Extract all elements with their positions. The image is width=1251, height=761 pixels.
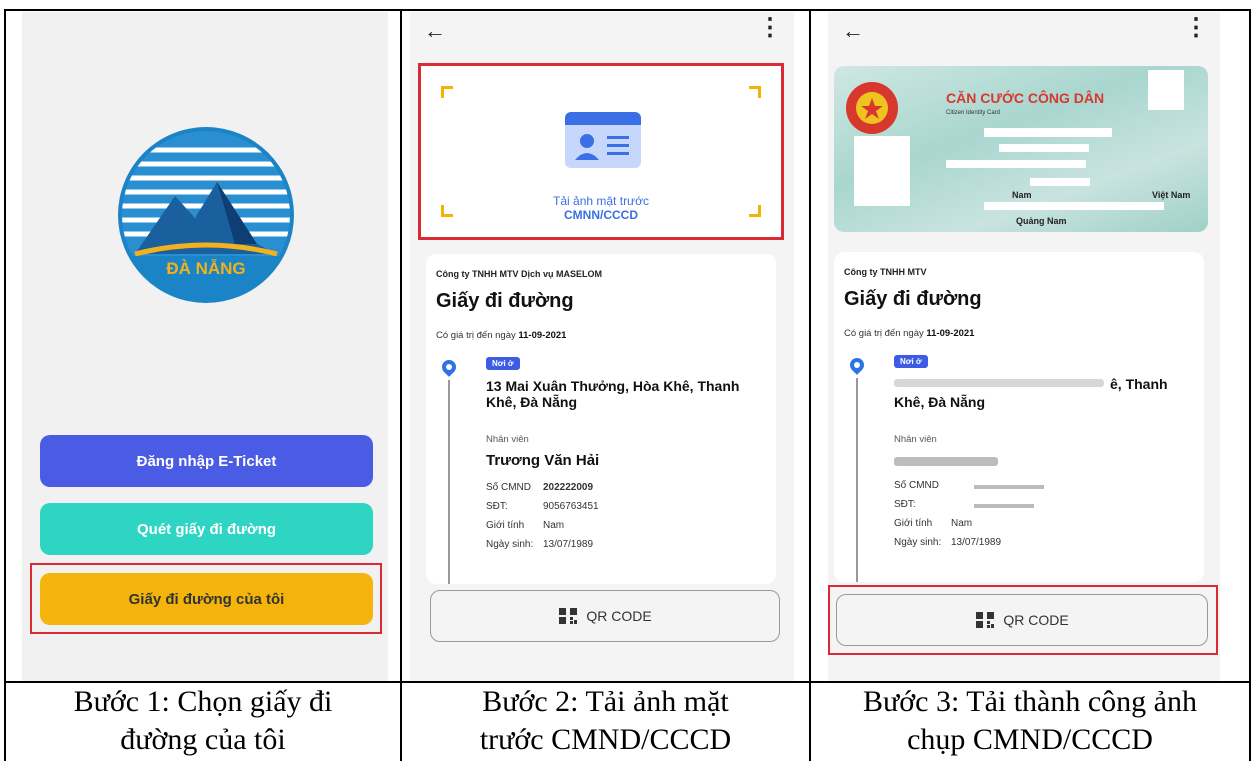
caption-line: chụp CMND/CCCD — [907, 723, 1153, 756]
timeline-line — [448, 380, 450, 584]
step3-caption: Bước 3: Tải thành công ảnh chụp CMND/CCC… — [811, 683, 1249, 761]
field-row: SĐT: 9056763451 — [486, 501, 599, 512]
redacted-field — [984, 202, 1164, 210]
id-card-icon — [565, 112, 641, 168]
redacted-field — [999, 144, 1089, 152]
table-border — [809, 10, 811, 761]
step3-screenshot: ← ⋮ CĂN CƯỚC CÔNG DÂN Citizen Identity C… — [828, 12, 1220, 681]
uploaded-id-card-photo: CĂN CƯỚC CÔNG DÂN Citizen Identity Card … — [834, 66, 1208, 232]
address: 13 Mai Xuân Thưởng, Hòa Khê, Thanh Khê, … — [486, 378, 740, 410]
back-arrow-icon[interactable]: ← — [424, 18, 446, 44]
back-arrow-icon[interactable]: ← — [842, 18, 864, 44]
address-partial: ê, Thanh — [1110, 376, 1168, 392]
travel-permit-card: Công ty TNHH MTV Giấy đi đường Có giá tr… — [834, 252, 1204, 582]
step1-caption: Bước 1: Chọn giấy đi đường của tôi — [6, 683, 400, 761]
da-nang-logo: ĐÀ NẴNG — [118, 127, 294, 303]
id-place: Quảng Nam — [1016, 216, 1067, 226]
step1-screenshot: ĐÀ NẴNG Đăng nhập E-Ticket Quét giấy đi … — [22, 12, 388, 681]
caption-line: Bước 3: Tải thành công ảnh — [863, 685, 1197, 718]
table-border — [400, 10, 402, 761]
step2-caption: Bước 2: Tải ảnh mặt trước CMND/CCCD — [402, 683, 809, 761]
company-name: Công ty TNHH MTV — [844, 267, 927, 277]
location-pin-icon — [847, 355, 867, 375]
emblem-icon — [846, 82, 898, 134]
field-row: Giới tính Nam — [486, 520, 565, 531]
travel-permit-card: Công ty TNHH MTV Dịch vụ MASELOM Giấy đi… — [426, 254, 776, 584]
timeline-line — [856, 378, 858, 582]
app-bar: ← ⋮ — [410, 12, 794, 52]
blurred-text — [894, 457, 998, 466]
permit-title: Giấy đi đường — [844, 288, 982, 310]
upload-id-front-area[interactable]: Tải ảnh mặt trước CMNN/CCCD — [418, 63, 784, 240]
caption-line: trước CMND/CCCD — [479, 723, 732, 756]
scan-travel-permit-button[interactable]: Quét giấy đi đường — [40, 503, 373, 555]
valid-until: Có giá trị đến ngày 11-09-2021 — [844, 328, 975, 339]
employee-name: Trương Văn Hải — [486, 452, 600, 469]
highlight-box — [828, 585, 1218, 655]
redacted-field — [1030, 178, 1090, 186]
field-row: Số CMND 202222009 — [486, 482, 594, 493]
caption-line: đường của tôi — [120, 723, 286, 756]
residence-tag: Nơi ở — [486, 357, 520, 370]
redacted-qr — [1148, 70, 1184, 110]
permit-title: Giấy đi đường — [436, 290, 574, 312]
blurred-text — [974, 504, 1034, 508]
svg-text:ĐÀ NẴNG: ĐÀ NẴNG — [166, 259, 245, 278]
highlight-box — [30, 563, 382, 634]
field-row: Ngày sinh: 13/07/1989 — [894, 537, 1002, 548]
field-row: SĐT: — [894, 499, 916, 510]
id-sex: Nam — [1012, 190, 1032, 200]
redacted-field — [946, 160, 1086, 168]
employee-label: Nhân viên — [894, 434, 937, 445]
company-name: Công ty TNHH MTV Dịch vụ MASELOM — [436, 269, 602, 279]
app-bar: ← ⋮ — [828, 12, 1220, 52]
corner-mark — [749, 86, 761, 98]
location-pin-icon — [439, 357, 459, 377]
field-row: Giới tính Nam — [894, 518, 973, 529]
field-row: Số CMND — [894, 480, 940, 491]
address-partial: Khê, Đà Nẵng — [894, 394, 986, 410]
table-border — [4, 9, 1251, 11]
id-nationality: Việt Nam — [1152, 190, 1191, 200]
more-options-icon[interactable]: ⋮ — [1184, 16, 1208, 40]
qr-code-icon — [559, 608, 578, 624]
field-row: Ngày sinh: 13/07/1989 — [486, 539, 594, 550]
qr-code-button[interactable]: QR CODE — [430, 590, 780, 642]
more-options-icon[interactable]: ⋮ — [758, 16, 782, 40]
employee-label: Nhân viên — [486, 434, 529, 445]
valid-until: Có giá trị đến ngày 11-09-2021 — [436, 330, 567, 341]
steps-document: ĐÀ NẴNG Đăng nhập E-Ticket Quét giấy đi … — [0, 0, 1251, 761]
caption-line: Bước 2: Tải ảnh mặt — [482, 685, 729, 718]
corner-mark — [441, 86, 453, 98]
id-card-subtitle: Citizen Identity Card — [946, 110, 1001, 116]
eticket-login-button[interactable]: Đăng nhập E-Ticket — [40, 435, 373, 487]
redacted-field — [984, 128, 1112, 137]
residence-tag: Nơi ở — [894, 355, 928, 368]
table-border — [4, 10, 6, 761]
caption-line: Bước 1: Chọn giấy đi — [73, 685, 333, 718]
blurred-text — [974, 485, 1044, 489]
redacted-photo — [854, 136, 910, 206]
blurred-text — [894, 379, 1104, 387]
step2-screenshot: ← ⋮ Tải ảnh mặt trước CMNN/CCCD Công ty … — [410, 12, 794, 681]
upload-label: Tải ảnh mặt trước CMNN/CCCD — [553, 194, 649, 222]
id-card-title: CĂN CƯỚC CÔNG DÂN — [946, 90, 1105, 106]
